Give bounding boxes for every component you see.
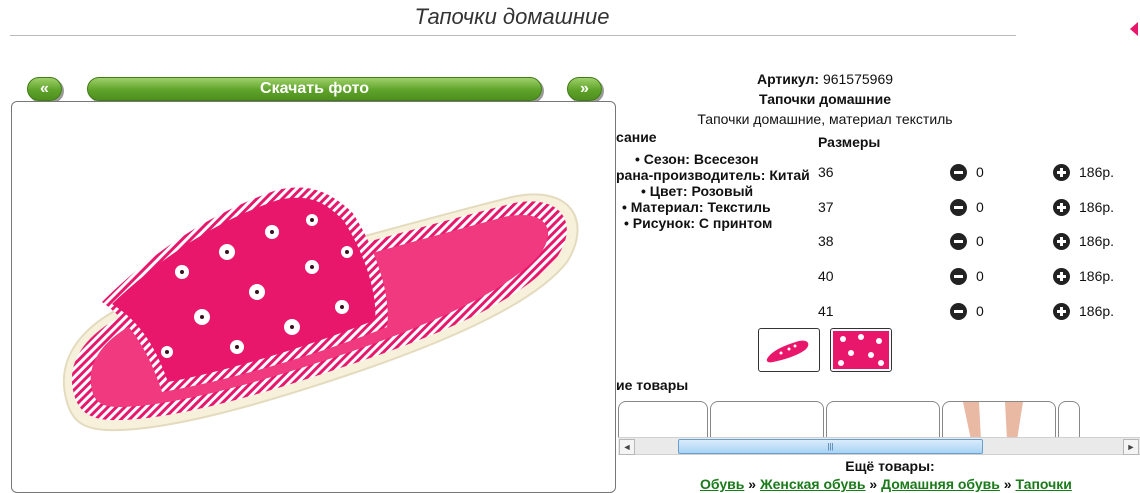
quantity-value: 0 (976, 268, 984, 284)
size-row: 36 0 186р. (818, 164, 1118, 184)
title-divider (10, 35, 1016, 36)
photo-thumbnail[interactable] (830, 328, 892, 372)
similar-product-card[interactable] (710, 401, 824, 440)
quantity-value: 0 (976, 199, 984, 215)
plus-icon[interactable] (1053, 164, 1070, 181)
corner-decoration-icon (1130, 22, 1138, 36)
sizes-heading: Размеры (818, 134, 881, 150)
size-row: 38 0 186р. (818, 233, 1118, 253)
breadcrumb-separator: » (1003, 476, 1012, 492)
minus-icon[interactable] (950, 303, 967, 320)
size-value: 37 (818, 199, 834, 215)
size-value: 36 (818, 164, 834, 180)
price-value: 186р. (1079, 164, 1115, 180)
similar-product-card[interactable] (942, 401, 1056, 440)
prev-photo-button[interactable]: « (27, 77, 62, 101)
plus-icon[interactable] (1053, 233, 1070, 250)
minus-icon[interactable] (950, 164, 967, 181)
scroll-right-arrow-icon[interactable]: ► (1123, 439, 1139, 455)
size-value: 38 (818, 233, 834, 249)
quantity-value: 0 (976, 303, 984, 319)
breadcrumb-link-womens-footwear[interactable]: Женская обувь (760, 476, 866, 492)
scroll-left-arrow-icon[interactable]: ◄ (619, 439, 635, 455)
price-value: 186р. (1079, 268, 1115, 284)
breadcrumb-separator: » (748, 476, 757, 492)
size-row: 37 0 186р. (818, 199, 1118, 219)
description-heading: сание (616, 129, 657, 145)
minus-icon[interactable] (950, 268, 967, 285)
product-photo[interactable] (11, 101, 616, 493)
download-photo-button[interactable]: Скачать фото (87, 77, 542, 101)
price-value: 186р. (1079, 233, 1115, 249)
slipper-image (62, 187, 579, 432)
breadcrumb-separator: » (869, 476, 878, 492)
quantity-value: 0 (976, 233, 984, 249)
price-value: 186р. (1079, 199, 1115, 215)
size-value: 41 (818, 303, 834, 319)
similar-product-card[interactable] (618, 401, 708, 440)
minus-icon[interactable] (950, 233, 967, 250)
photo-thumbnail[interactable] (758, 328, 820, 372)
similar-products-heading: ие товары (616, 377, 689, 393)
quantity-value: 0 (976, 164, 984, 180)
description-item: • Материал: Текстиль (622, 199, 771, 215)
description-item: • Рисунок: С принтом (624, 215, 773, 231)
description-item: • Цвет: Розовый (641, 183, 754, 199)
description-list: • Сезон: Всесезон рана-производитель: Ки… (616, 151, 816, 231)
category-breadcrumb: Обувь » Женская обувь » Домашняя обувь »… (700, 476, 1072, 492)
breadcrumb-link-home-footwear[interactable]: Домашняя обувь (881, 476, 1000, 492)
fabric-thumbnail-image (833, 331, 889, 369)
minus-icon[interactable] (950, 199, 967, 216)
size-row: 40 0 186р. (818, 268, 1118, 288)
breadcrumb-link-slippers[interactable]: Тапочки (1015, 476, 1071, 492)
price-value: 186р. (1079, 303, 1115, 319)
page-title: Тапочки домашние (414, 4, 610, 29)
article-value: 961575969 (822, 71, 894, 87)
size-value: 40 (818, 268, 834, 284)
plus-icon[interactable] (1053, 199, 1070, 216)
size-row: 41 0 186р. (818, 303, 1118, 323)
next-photo-button[interactable]: » (567, 77, 602, 101)
plus-icon[interactable] (1053, 303, 1070, 320)
scrollbar-thumb[interactable]: ||| (678, 439, 983, 454)
slipper-thumbnail-image (766, 340, 809, 363)
plus-icon[interactable] (1053, 268, 1070, 285)
legs-thumbnail-image (963, 402, 1023, 440)
more-products-heading: Ещё товары: (845, 458, 935, 474)
similar-product-card[interactable] (826, 401, 940, 440)
description-item: • Сезон: Всесезон (635, 151, 759, 167)
description-item: рана-производитель: Китай (616, 167, 810, 183)
horizontal-scrollbar[interactable]: ◄ ||| ► (618, 437, 1140, 455)
similar-product-card[interactable] (1058, 401, 1080, 440)
breadcrumb-link-footwear[interactable]: Обувь (700, 476, 744, 492)
